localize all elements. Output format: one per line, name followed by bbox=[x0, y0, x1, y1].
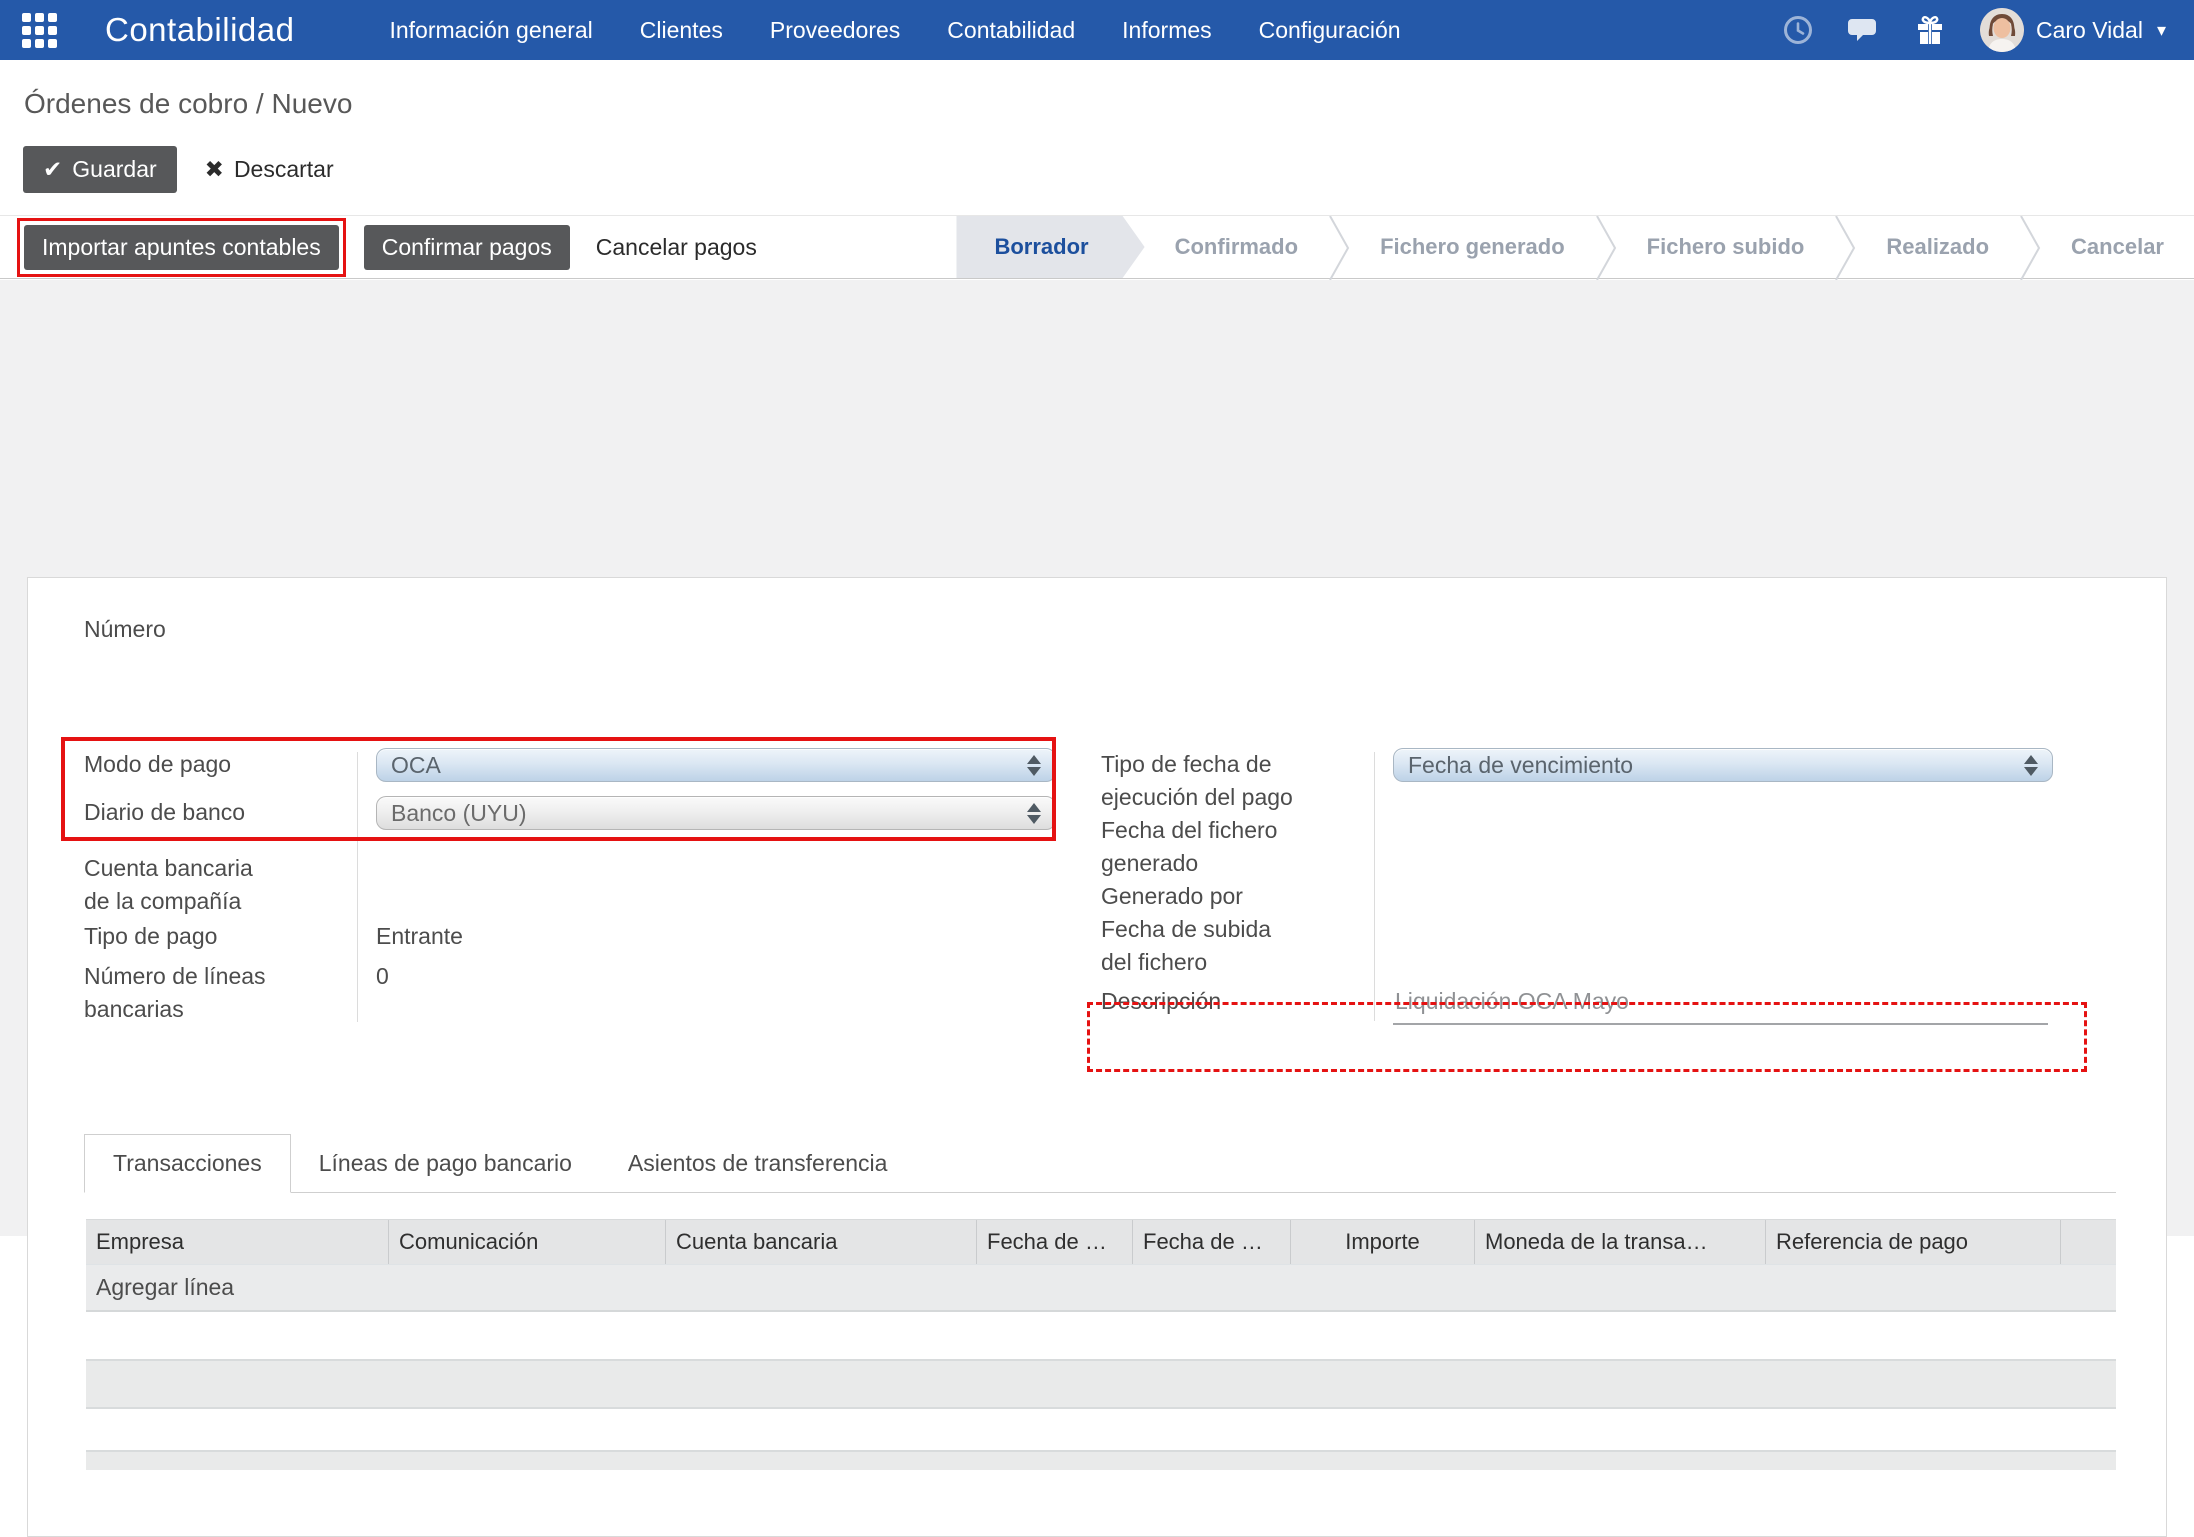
menu-contabilidad[interactable]: Contabilidad bbox=[947, 17, 1075, 44]
systray: Caro Vidal ▾ bbox=[1782, 8, 2166, 52]
col-fecha-2[interactable]: Fecha de … bbox=[1133, 1220, 1291, 1264]
payment-mode-select[interactable]: OCA bbox=[376, 748, 1056, 782]
field-row-bank-lines-count: Número de líneas bancarias 0 bbox=[84, 960, 1039, 1026]
tab-lineas-pago-bancario[interactable]: Líneas de pago bancario bbox=[291, 1135, 600, 1192]
bank-journal-select[interactable]: Banco (UYU) bbox=[376, 796, 1056, 830]
top-navbar: Contabilidad Información general Cliente… bbox=[0, 0, 2194, 60]
number-label: Número bbox=[84, 616, 166, 643]
status-realizado[interactable]: Realizado bbox=[1856, 216, 2019, 278]
status-fichero-generado[interactable]: Fichero generado bbox=[1350, 216, 1595, 278]
status-fichero-subido[interactable]: Fichero subido bbox=[1617, 216, 1835, 278]
apps-menu-icon[interactable] bbox=[22, 13, 57, 48]
col-empresa[interactable]: Empresa bbox=[86, 1220, 389, 1264]
cancel-payments-button[interactable]: Cancelar pagos bbox=[596, 234, 757, 261]
bank-lines-count-label: Número de líneas bancarias bbox=[84, 960, 357, 1026]
record-buttons: ✔ Guardar ✖ Descartar bbox=[23, 146, 334, 193]
field-row-generated-file-date: Fecha del fichero generado bbox=[1101, 814, 2111, 880]
statusbar: Borrador Confirmado Fichero generado Fic… bbox=[956, 216, 2194, 278]
transactions-table: Empresa Comunicación Cuenta bancaria Fec… bbox=[86, 1219, 2116, 1312]
chevron-separator-icon bbox=[2019, 216, 2041, 278]
col-moneda[interactable]: Moneda de la transa… bbox=[1475, 1220, 1766, 1264]
user-avatar bbox=[1980, 8, 2024, 52]
bank-lines-count-value: 0 bbox=[376, 960, 1039, 993]
action-bar: Importar apuntes contables Confirmar pag… bbox=[0, 215, 2194, 279]
messages-chat-icon[interactable] bbox=[1848, 14, 1880, 46]
select-spinner-icon bbox=[1027, 755, 1041, 776]
notebook-tabs: Transacciones Líneas de pago bancario As… bbox=[84, 1134, 2116, 1193]
field-row-upload-date: Fecha de subida del fichero bbox=[1101, 913, 2111, 979]
menu-proveedores[interactable]: Proveedores bbox=[770, 17, 900, 44]
menu-clientes[interactable]: Clientes bbox=[640, 17, 723, 44]
right-field-group: Tipo de fecha de ejecución del pago Fech… bbox=[1101, 748, 2111, 1025]
status-cancelar[interactable]: Cancelar bbox=[2041, 216, 2194, 278]
activities-clock-icon[interactable] bbox=[1782, 14, 1814, 46]
field-row-date-type: Tipo de fecha de ejecución del pago Fech… bbox=[1101, 748, 2111, 814]
table-header-row: Empresa Comunicación Cuenta bancaria Fec… bbox=[86, 1219, 2116, 1265]
company-bank-account-label: Cuenta bancaria de la compañía bbox=[84, 852, 357, 918]
status-confirmado[interactable]: Confirmado bbox=[1145, 216, 1328, 278]
field-row-description: Descripción bbox=[1101, 985, 2111, 1025]
chevron-separator-icon bbox=[1834, 216, 1856, 278]
check-icon: ✔ bbox=[43, 156, 62, 183]
table-add-line-row: Agregar línea bbox=[86, 1265, 2116, 1312]
chevron-separator-icon bbox=[1595, 216, 1617, 278]
annotation-import-button-highlight: Importar apuntes contables bbox=[17, 218, 346, 277]
col-referencia[interactable]: Referencia de pago bbox=[1766, 1220, 2061, 1264]
tab-transacciones[interactable]: Transacciones bbox=[84, 1134, 291, 1193]
breadcrumb: Órdenes de cobro / Nuevo bbox=[24, 88, 352, 120]
payment-type-label: Tipo de pago bbox=[84, 920, 357, 953]
description-input[interactable] bbox=[1393, 986, 2048, 1025]
save-button[interactable]: ✔ Guardar bbox=[23, 146, 177, 193]
generated-by-label: Generado por bbox=[1101, 880, 1374, 913]
chevron-down-icon: ▾ bbox=[2157, 20, 2166, 41]
payment-mode-label: Modo de pago bbox=[84, 748, 357, 781]
close-icon: ✖ bbox=[205, 156, 224, 183]
description-label: Descripción bbox=[1101, 985, 1374, 1018]
payment-type-value: Entrante bbox=[376, 920, 1039, 953]
confirm-payments-button[interactable]: Confirmar pagos bbox=[364, 225, 570, 270]
chevron-separator-icon bbox=[1328, 216, 1350, 278]
generated-file-date-label: Fecha del fichero generado bbox=[1101, 814, 1374, 880]
empty-list-strip bbox=[86, 1450, 2116, 1470]
tab-asientos-transferencia[interactable]: Asientos de transferencia bbox=[600, 1135, 916, 1192]
add-line-button[interactable]: Agregar línea bbox=[86, 1274, 234, 1301]
field-row-payment-type: Tipo de pago Entrante bbox=[84, 920, 1039, 953]
import-journal-items-button[interactable]: Importar apuntes contables bbox=[24, 225, 339, 270]
empty-list-block bbox=[86, 1359, 2116, 1409]
left-field-group: Modo de pago OCA Diario de banco Banco (… bbox=[84, 748, 1039, 1026]
execution-date-type-label: Tipo de fecha de ejecución del pago bbox=[1101, 748, 1374, 814]
menu-informacion-general[interactable]: Información general bbox=[389, 17, 592, 44]
col-fecha-1[interactable]: Fecha de … bbox=[977, 1220, 1133, 1264]
gift-icon[interactable] bbox=[1914, 14, 1946, 46]
discard-button[interactable]: ✖ Descartar bbox=[205, 156, 334, 183]
content-background: Número Modo de pago OCA Diario de banco … bbox=[0, 280, 2194, 1236]
user-menu[interactable]: Caro Vidal ▾ bbox=[1980, 8, 2166, 52]
bank-journal-label: Diario de banco bbox=[84, 796, 357, 829]
menu-informes[interactable]: Informes bbox=[1122, 17, 1211, 44]
menu-configuracion[interactable]: Configuración bbox=[1259, 17, 1401, 44]
main-menu: Información general Clientes Proveedores… bbox=[389, 17, 1400, 44]
field-row-bank-journal: Diario de banco Banco (UYU) bbox=[84, 796, 1039, 844]
status-borrador[interactable]: Borrador bbox=[956, 216, 1144, 278]
form-sheet: Número Modo de pago OCA Diario de banco … bbox=[27, 577, 2167, 1537]
field-row-generated-by: Generado por bbox=[1101, 880, 2111, 913]
col-comunicacion[interactable]: Comunicación bbox=[389, 1220, 666, 1264]
field-row-payment-mode: Modo de pago OCA bbox=[84, 748, 1039, 796]
execution-date-type-select[interactable]: Fecha de vencimiento bbox=[1393, 748, 2053, 782]
field-row-company-bank-account: Cuenta bancaria de la compañía bbox=[84, 852, 1039, 918]
app-brand[interactable]: Contabilidad bbox=[105, 11, 294, 49]
select-spinner-icon bbox=[1027, 803, 1041, 824]
col-importe[interactable]: Importe bbox=[1291, 1220, 1475, 1264]
col-cuenta-bancaria[interactable]: Cuenta bancaria bbox=[666, 1220, 977, 1264]
select-spinner-icon bbox=[2024, 755, 2038, 776]
col-empty bbox=[2061, 1220, 2116, 1264]
file-upload-date-label: Fecha de subida del fichero bbox=[1101, 913, 1374, 979]
user-name: Caro Vidal bbox=[2036, 17, 2143, 44]
